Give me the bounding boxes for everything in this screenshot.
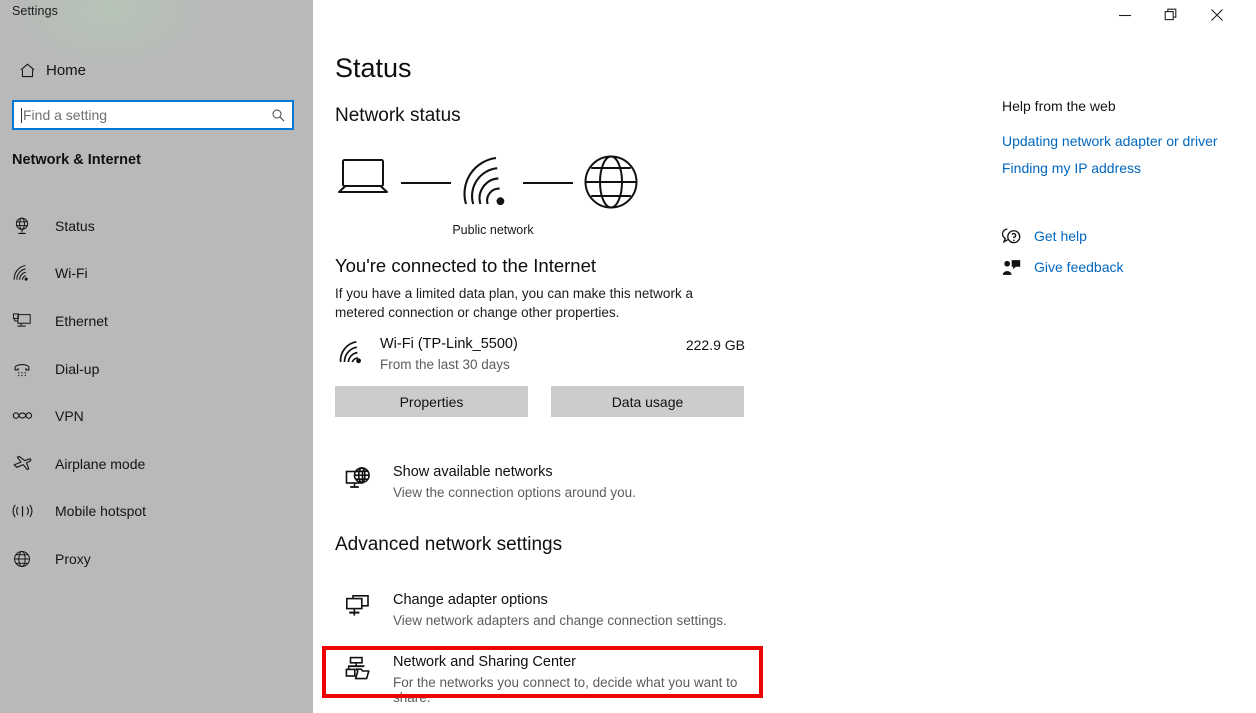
globe-icon [586,157,637,208]
window-title: Settings [12,4,58,18]
sidebar-item-home[interactable]: Home [8,56,305,84]
sidebar-item-status[interactable]: Status [0,202,313,250]
help-link-updating-network-adapter[interactable]: Updating network adapter or driver [1002,133,1218,149]
sidebar-item-mobile-hotspot[interactable]: Mobile hotspot [0,488,313,536]
sidebar: Settings Home Network & Internet [0,0,313,713]
dialup-phone-icon [12,359,44,379]
change-adapter-options-title: Change adapter options [393,592,548,608]
status-network-icon [12,216,44,236]
laptop-icon [339,160,387,192]
show-available-networks-subtitle: View the connection options around you. [393,485,636,500]
sidebar-item-home-label: Home [46,62,86,79]
sidebar-item-mobile-hotspot-label: Mobile hotspot [44,503,146,519]
give-feedback-action[interactable]: Give feedback [1002,256,1124,278]
sidebar-nav: Status Wi-Fi [0,202,313,583]
page-title: Status [335,53,412,84]
search-icon[interactable] [264,108,292,123]
airplane-icon [12,453,44,474]
globe-icon [12,549,44,569]
get-help-label: Get help [1034,228,1087,244]
search-input[interactable] [22,103,264,127]
connection-name: Wi-Fi (TP-Link_5500) [380,336,518,352]
network-status-heading: Network status [335,105,461,127]
monitor-globe-icon [345,466,371,492]
help-link-finding-ip-address[interactable]: Finding my IP address [1002,160,1141,176]
sidebar-item-ethernet[interactable]: Ethernet [0,297,313,345]
ethernet-icon [12,311,44,331]
sidebar-item-proxy[interactable]: Proxy [0,535,313,583]
give-feedback-icon [1002,259,1034,276]
wifi-icon [12,264,44,282]
main-content: Status Network status [313,0,1256,713]
give-feedback-label: Give feedback [1034,259,1124,275]
search-box[interactable] [12,100,294,130]
vpn-icon [12,407,44,425]
home-icon [8,61,46,80]
sidebar-item-wifi[interactable]: Wi-Fi [0,250,313,298]
network-sharing-icon [345,656,371,682]
sidebar-item-ethernet-label: Ethernet [44,313,108,329]
sidebar-item-dialup-label: Dial-up [44,361,99,377]
connection-status-description: If you have a limited data plan, you can… [335,284,735,322]
change-adapter-options-subtitle: View network adapters and change connect… [393,613,727,628]
network-diagram [333,152,653,214]
network-and-sharing-center-subtitle: For the networks you connect to, decide … [393,675,765,705]
sidebar-item-airplane-mode-label: Airplane mode [44,456,145,472]
sidebar-item-proxy-label: Proxy [44,551,91,567]
connection-data-usage: 222.9 GB [583,337,745,353]
sidebar-item-wifi-label: Wi-Fi [44,265,88,281]
sidebar-item-dialup[interactable]: Dial-up [0,345,313,393]
sidebar-category-title: Network & Internet [12,152,141,168]
data-usage-button[interactable]: Data usage [551,386,744,417]
monitors-adapter-icon [345,594,371,618]
connection-status-heading: You're connected to the Internet [335,255,596,277]
sidebar-item-vpn-label: VPN [44,408,84,424]
network-type-label: Public network [333,223,653,237]
connection-period: From the last 30 days [380,357,510,372]
show-available-networks-title: Show available networks [393,464,553,480]
advanced-network-settings-heading: Advanced network settings [335,534,562,556]
sidebar-item-airplane-mode[interactable]: Airplane mode [0,440,313,488]
wifi-icon [339,340,367,365]
network-and-sharing-center-title: Network and Sharing Center [393,654,576,670]
properties-button[interactable]: Properties [335,386,528,417]
wifi-icon [465,158,505,205]
settings-window: Settings Home Network & Internet [0,0,1256,713]
get-help-icon [1002,228,1034,245]
sidebar-item-vpn[interactable]: VPN [0,392,313,440]
get-help-action[interactable]: Get help [1002,225,1087,247]
help-panel-title: Help from the web [1002,98,1116,114]
hotspot-icon [12,501,44,521]
sidebar-item-status-label: Status [44,218,95,234]
